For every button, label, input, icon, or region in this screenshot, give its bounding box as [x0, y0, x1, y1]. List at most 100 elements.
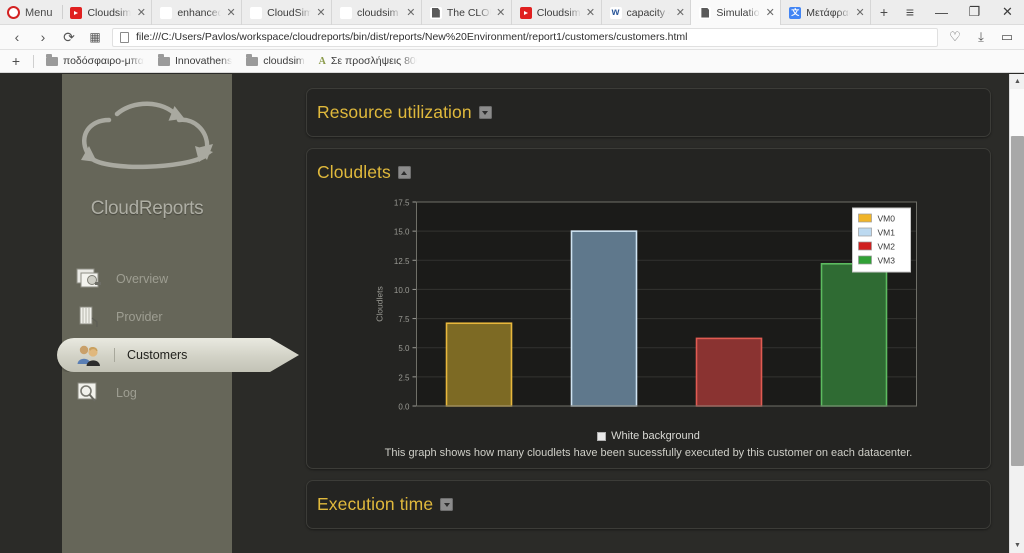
tab-menu-icon[interactable]: ≡: [897, 0, 923, 25]
scroll-down-icon[interactable]: ▼: [1010, 538, 1024, 553]
close-icon[interactable]: ✕: [316, 6, 326, 19]
battery-icon[interactable]: ▭: [994, 26, 1020, 48]
forward-icon[interactable]: ›: [30, 26, 56, 48]
sidebar-item-overview[interactable]: Overview: [62, 260, 232, 298]
menu-button-label: Menu: [25, 6, 53, 19]
bookmark-label: ποδόσφαιρο-μπασκ: [63, 55, 144, 67]
browser-tab[interactable]: G enhanced ta ✕: [152, 0, 243, 25]
word-icon: [609, 6, 622, 19]
log-icon: [74, 380, 104, 406]
url-actions: ♡ ⤓ ▭: [942, 26, 1020, 48]
logo-text: CloudReports: [90, 198, 204, 219]
back-icon[interactable]: ‹: [4, 26, 30, 48]
address-bar: ‹ › ⟳ ▦ file:///C:/Users/Pavlos/workspac…: [0, 25, 1024, 50]
bookmark-item[interactable]: cloudsim: [239, 51, 311, 71]
bookmark-label: cloudsim: [263, 55, 305, 67]
customers-icon: [74, 342, 104, 368]
white-background-checkbox[interactable]: White background: [317, 430, 980, 442]
panel-title: Execution time: [317, 494, 434, 514]
sidebar-item-provider[interactable]: Provider: [62, 298, 232, 336]
sidebar-item-log[interactable]: Log: [62, 374, 232, 412]
scrollbar-track[interactable]: [1010, 89, 1024, 136]
panel-header[interactable]: Execution time: [307, 481, 990, 528]
close-icon[interactable]: ✕: [586, 6, 596, 19]
scrollbar-thumb[interactable]: [1011, 136, 1024, 466]
panel-execution-time: Execution time: [306, 480, 991, 529]
download-icon[interactable]: ⤓: [968, 26, 994, 48]
browser-tab[interactable]: Cloudsim Pr ✕: [512, 0, 602, 25]
panel-header[interactable]: Cloudlets: [307, 149, 990, 196]
tab-title: CloudSim -: [267, 6, 311, 19]
youtube-icon: [70, 6, 83, 19]
browser-tab-active[interactable]: Simulation R ✕: [691, 0, 782, 25]
close-icon[interactable]: ✕: [496, 6, 506, 19]
browser-tab[interactable]: W CloudSim - ✕: [242, 0, 332, 25]
bookmark-item[interactable]: A Σε προσλήψεις 800 μ: [312, 51, 424, 71]
url-input[interactable]: file:///C:/Users/Pavlos/workspace/cloudr…: [112, 27, 938, 47]
browser-window: Menu Cloudsim Pr ✕ G enhanced ta ✕ W Clo…: [0, 0, 1024, 553]
app-logo: CloudReports: [62, 90, 232, 220]
browser-tab[interactable]: G cloudsim ex ✕: [332, 0, 422, 25]
add-bookmark-button[interactable]: +: [4, 51, 28, 71]
browser-tab[interactable]: The CLOUDS ✕: [422, 0, 512, 25]
svg-text:15.0: 15.0: [394, 228, 410, 237]
overview-icon: [74, 266, 104, 292]
wikipedia-icon: W: [250, 6, 263, 19]
scroll-up-icon[interactable]: ▲: [1010, 74, 1024, 89]
sidebar-item-label: Overview: [116, 272, 169, 286]
close-icon[interactable]: ✕: [855, 6, 865, 19]
provider-icon: [74, 304, 104, 330]
page-info-icon[interactable]: [120, 31, 129, 43]
bookmark-item[interactable]: ποδόσφαιρο-μπασκ: [39, 51, 151, 71]
opera-menu-button[interactable]: Menu: [0, 0, 62, 25]
page-scrollbar[interactable]: ▲ ▼: [1009, 74, 1024, 553]
panel-header[interactable]: Resource utilization: [307, 89, 990, 136]
panel-body: 0.0 2.5 5.0 7.5 10.0 12.5 15.0 17.5 Cloudlets VM0…: [307, 196, 990, 468]
svg-text:VM1: VM1: [878, 228, 896, 238]
panel-cloudlets: Cloudlets 0.0 2.5 5.0 7.5 10.0 12.5 15.0 17.5 Cl…: [306, 148, 991, 469]
chart-caption: This graph shows how many cloudlets have…: [384, 447, 913, 459]
close-icon[interactable]: ✕: [406, 6, 416, 19]
opera-logo-icon: [7, 6, 20, 19]
svg-text:0.0: 0.0: [398, 403, 410, 412]
google-icon: G: [160, 6, 173, 19]
sidebar-item-label: Log: [116, 386, 137, 400]
tab-list: Cloudsim Pr ✕ G enhanced ta ✕ W CloudSim…: [62, 0, 872, 25]
youtube-icon: [519, 6, 532, 19]
chevron-down-icon[interactable]: [440, 498, 454, 511]
svg-text:10.0: 10.0: [394, 286, 410, 295]
close-icon[interactable]: ✕: [226, 6, 236, 19]
sidebar-item-label: Provider: [116, 310, 163, 324]
chevron-up-icon[interactable]: [397, 166, 411, 179]
svg-text:5.0: 5.0: [398, 344, 410, 353]
speed-dial-icon[interactable]: ▦: [82, 26, 108, 48]
tab-title: enhanced ta: [177, 6, 222, 19]
checkbox-box[interactable]: [597, 431, 607, 441]
sidebar-item-customers[interactable]: Customers: [57, 336, 299, 374]
tab-title: The CLOUDS: [446, 6, 491, 19]
maximize-button[interactable]: ❐: [958, 0, 991, 25]
tab-title: cloudsim ex: [357, 6, 401, 19]
close-icon[interactable]: ✕: [675, 6, 685, 19]
browser-tab[interactable]: capacity - A ✕: [602, 0, 692, 25]
close-icon[interactable]: ✕: [765, 6, 775, 19]
tab-title: Cloudsim Pr: [536, 6, 581, 19]
folder-icon: [158, 54, 170, 66]
document-icon: [429, 6, 442, 19]
tab-title: Μετάφραση: [806, 6, 850, 19]
heart-icon[interactable]: ♡: [942, 26, 968, 48]
svg-text:2.5: 2.5: [398, 373, 410, 382]
minimize-button[interactable]: —: [925, 0, 958, 25]
svg-text:VM0: VM0: [878, 214, 896, 224]
browser-tab[interactable]: 文 Μετάφραση ✕: [781, 0, 872, 25]
reload-icon[interactable]: ⟳: [56, 26, 82, 48]
new-tab-button[interactable]: +: [871, 0, 897, 25]
bookmark-item[interactable]: Innovathens: [151, 51, 239, 71]
page-left-gutter: [0, 74, 62, 553]
close-icon[interactable]: ✕: [136, 6, 146, 19]
bookmarks-bar: + ποδόσφαιρο-μπασκ Innovathens cloudsim …: [0, 50, 1024, 73]
chart-footer: White background This graph shows how ma…: [317, 428, 980, 459]
browser-tab[interactable]: Cloudsim Pr ✕: [62, 0, 153, 25]
chevron-down-icon[interactable]: [478, 106, 492, 119]
close-window-button[interactable]: ✕: [991, 0, 1024, 25]
